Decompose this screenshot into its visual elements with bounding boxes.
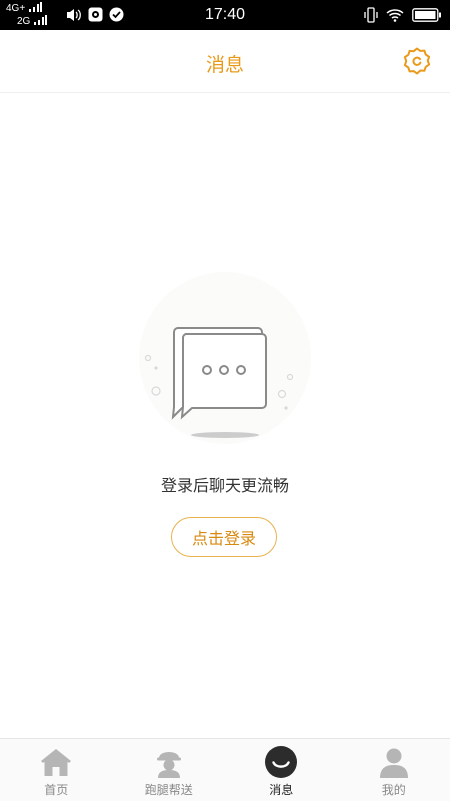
bottom-tab-bar: 首页 跑腿帮送 消息 我的 <box>0 738 450 801</box>
tab-mine[interactable]: 我的 <box>338 739 450 801</box>
empty-illustration <box>130 270 320 445</box>
status-icons-right <box>364 7 442 23</box>
status-bar: 4G+ 2G 17:40 <box>0 0 450 30</box>
empty-state-message: 登录后聊天更流畅 <box>0 472 450 496</box>
chat-bubbles-icon <box>130 270 320 445</box>
settings-button[interactable] <box>400 44 434 78</box>
tab-label-courier: 跑腿帮送 <box>113 781 226 798</box>
tab-label-messages: 消息 <box>225 781 338 798</box>
tab-courier[interactable]: 跑腿帮送 <box>113 739 226 801</box>
settings-gear-icon <box>401 45 433 77</box>
page-title: 消息 <box>0 50 450 77</box>
user-icon <box>377 745 411 779</box>
tab-home[interactable]: 首页 <box>0 739 113 801</box>
page-header: 消息 <box>0 30 450 93</box>
login-button[interactable]: 点击登录 <box>171 517 277 557</box>
battery-icon <box>412 8 442 22</box>
tab-label-home: 首页 <box>0 781 113 798</box>
message-smile-icon <box>264 745 298 779</box>
vibrate-icon <box>364 7 378 23</box>
home-icon <box>39 745 73 779</box>
tab-label-mine: 我的 <box>338 781 450 798</box>
wifi-icon <box>386 8 404 22</box>
courier-icon <box>152 745 186 779</box>
tab-messages[interactable]: 消息 <box>225 739 338 801</box>
